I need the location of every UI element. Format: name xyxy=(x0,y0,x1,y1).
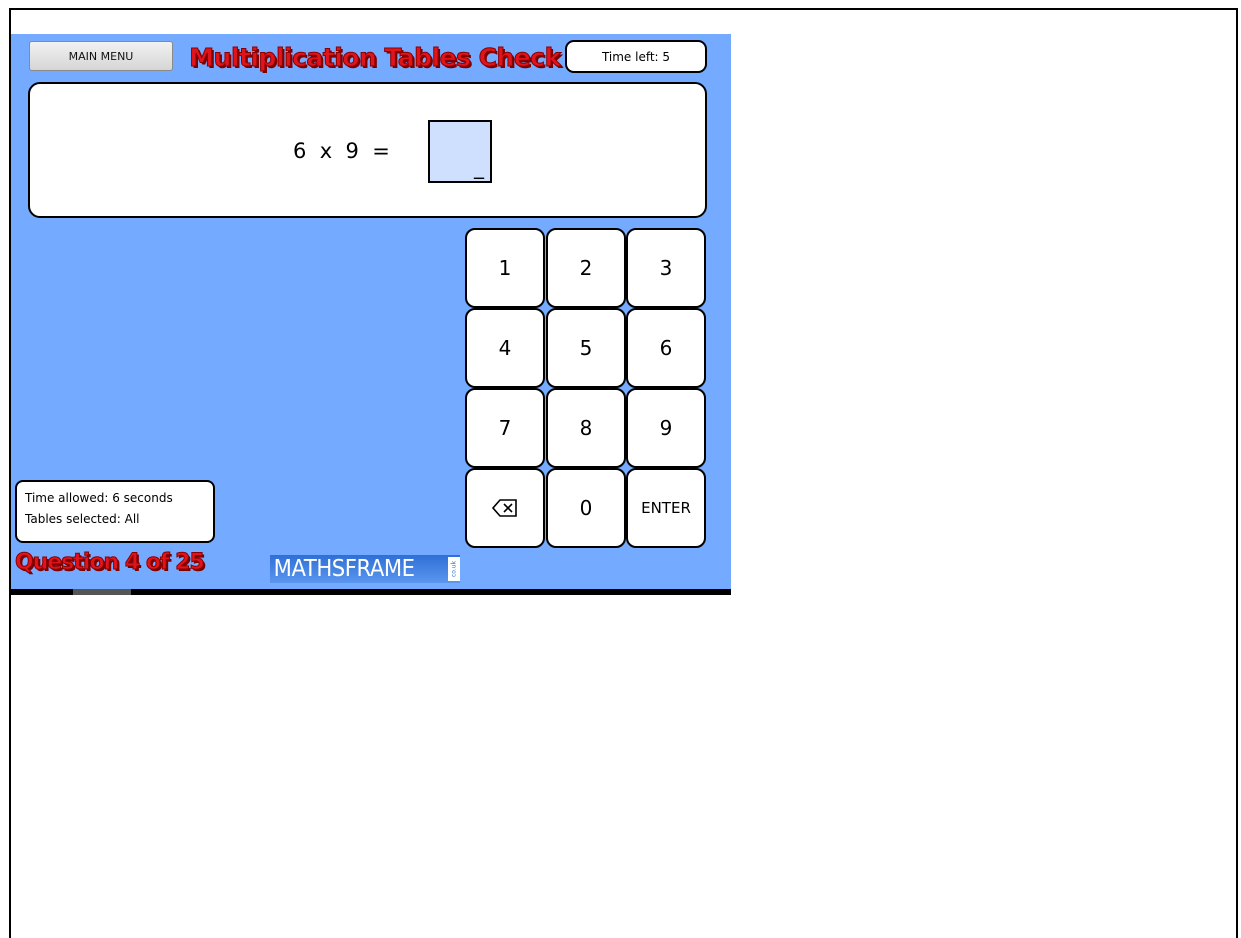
equation-text: 6 x 9 = xyxy=(293,139,390,163)
answer-cursor: _ xyxy=(474,155,484,179)
question-counter: Question 4 of 25 xyxy=(15,550,206,576)
backspace-icon xyxy=(492,499,518,517)
answer-input[interactable]: _ xyxy=(428,120,492,183)
game-area: MAIN MENU Multiplication Tables Check Ti… xyxy=(11,34,731,589)
key-4[interactable]: 4 xyxy=(465,308,545,388)
key-1[interactable]: 1 xyxy=(465,228,545,308)
mathsframe-logo[interactable]: MATHSFRAME co.uk xyxy=(270,555,460,583)
tables-selected-text: Tables selected: All xyxy=(25,512,140,526)
key-3[interactable]: 3 xyxy=(626,228,706,308)
question-panel: 6 x 9 = _ xyxy=(28,82,707,218)
key-0[interactable]: 0 xyxy=(546,468,626,548)
enter-key[interactable]: ENTER xyxy=(626,468,706,548)
number-keypad: 1 2 3 4 5 6 7 8 9 0 ENTER xyxy=(465,228,707,550)
key-7[interactable]: 7 xyxy=(465,388,545,468)
main-menu-button[interactable]: MAIN MENU xyxy=(29,41,173,71)
progress-segment xyxy=(73,589,131,595)
logo-text: MATHSFRAME xyxy=(273,556,415,582)
game-bottom-bar xyxy=(11,589,731,595)
logo-tld: co.uk xyxy=(448,557,460,581)
key-2[interactable]: 2 xyxy=(546,228,626,308)
key-6[interactable]: 6 xyxy=(626,308,706,388)
time-left-display: Time left: 5 xyxy=(565,40,707,73)
backspace-key[interactable] xyxy=(465,468,545,548)
key-9[interactable]: 9 xyxy=(626,388,706,468)
settings-info-box: Time allowed: 6 seconds Tables selected:… xyxy=(15,480,215,543)
game-title: Multiplication Tables Check xyxy=(189,42,562,72)
time-allowed-text: Time allowed: 6 seconds xyxy=(25,491,173,505)
key-8[interactable]: 8 xyxy=(546,388,626,468)
key-5[interactable]: 5 xyxy=(546,308,626,388)
